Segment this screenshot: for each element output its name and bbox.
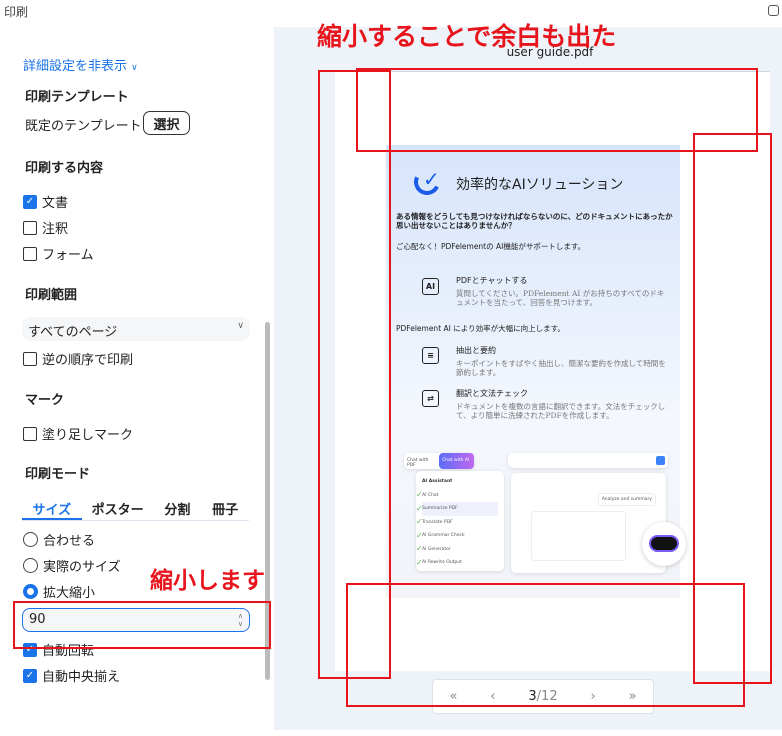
checkbox-icon [23, 351, 37, 366]
radio-icon [23, 532, 38, 547]
tab-booklet[interactable]: 冊子 [201, 499, 249, 520]
intro-text: ある情報をどうしても見つけなければならないのに、どのドキュメントにあったか思い出… [396, 212, 673, 230]
annotation-box [13, 601, 271, 649]
page-content: ✓ 効率的なAIソリューション ある情報をどうしても見つけなければならないのに、… [386, 145, 686, 598]
label: 注釈 [42, 222, 69, 237]
checkbox-icon [23, 426, 37, 441]
page-range-select[interactable]: すべてのページ ∨ [22, 317, 250, 341]
label: 実際のサイズ [43, 560, 121, 575]
check-icons: ✓ ✓ ✓ ✓ ✓ ✓ [416, 490, 423, 567]
chevron-down-icon: ∨ [131, 63, 138, 73]
checkbox-annotations[interactable]: 注釈 [23, 218, 68, 237]
checkbox-forms[interactable]: フォーム [23, 244, 94, 263]
hide-advanced-toggle[interactable]: 詳細設定を非表示 ∨ [23, 55, 138, 74]
checkbox-reverse-order[interactable]: 逆の順序で印刷 [23, 349, 133, 368]
label: 逆の順序で印刷 [42, 353, 134, 368]
mock-tab: Chat with PDF [407, 458, 429, 468]
radio-scale[interactable]: 拡大縮小 [23, 582, 95, 601]
tab-poster[interactable]: ポスター [82, 499, 154, 520]
template-heading: 印刷テンプレート [25, 90, 129, 105]
feature-title: 抽出と要約 [456, 346, 496, 355]
checkbox-bleed-marks[interactable]: 塗り足しマーク [23, 424, 133, 443]
mode-tabs: サイズ ポスター 分割 冊子 [22, 499, 249, 521]
mock-chat-window: Analyze and summary [511, 473, 666, 573]
label: フォーム [42, 248, 94, 263]
marks-heading: マーク [25, 393, 65, 408]
range-value: すべてのページ [28, 325, 118, 340]
mock-menu-item: Translate PDF [422, 519, 453, 525]
maximize-button[interactable] [768, 5, 779, 16]
mock-tab: Chat with AI [439, 453, 474, 469]
tab-size[interactable]: サイズ [22, 499, 82, 520]
mock-menu: AI Assistant AI Chat Summarize PDF Trans… [416, 471, 504, 571]
mode-heading: 印刷モード [25, 467, 91, 482]
ai-icon: AI [422, 278, 439, 295]
feature-text: 質問してください。PDFelement AI がお持ちのすべてのドキュメントを当… [456, 289, 665, 307]
label: 自動中央揃え [42, 670, 121, 685]
checkbox-checked-icon: ✓ [23, 194, 37, 209]
mock-menu-item: AI Grammar Check [422, 533, 465, 538]
mid-text: PDFelement AI により効率が大幅に向上します。 [396, 324, 565, 333]
check-mark-icon: ✓ [423, 167, 440, 191]
translate-icon: ⇄ [422, 390, 439, 407]
feature-text: ドキュメントを複数の言語に翻訳できます。文法をチェックして、より簡単に洗練された… [456, 402, 666, 420]
feature-title: 翻訳と文法チェック [456, 389, 528, 398]
label: 合わせる [43, 534, 96, 549]
mock-input [508, 453, 668, 468]
mock-menu-item: AI Rewrite Output [422, 560, 462, 565]
feature-text: キーポイントをすばやく抽出し、簡潔な要約を作成して時間を節約します。 [456, 359, 666, 377]
intro-text-2: ご心配なく！PDFelementの AI機能がサポートします。 [396, 242, 586, 251]
toggle-label: 詳細設定を非表示 [23, 59, 128, 74]
label: 拡大縮小 [43, 586, 96, 601]
mock-menu-title: AI Assistant [422, 479, 453, 484]
mock-request: Analyze and summary [597, 493, 656, 506]
checkbox-icon [23, 246, 37, 261]
tab-split[interactable]: 分割 [153, 499, 201, 520]
robot-avatar-icon [642, 522, 686, 566]
radio-icon [23, 558, 38, 573]
radio-fit[interactable]: 合わせる [23, 530, 95, 549]
checkbox-auto-center[interactable]: ✓ 自動中央揃え [23, 666, 120, 685]
content-heading: 印刷する内容 [25, 161, 104, 176]
annotation-left: 縮小します [150, 568, 265, 594]
mock-menu-item: AI Chat [422, 492, 439, 498]
checkbox-icon [23, 220, 37, 235]
template-label: 既定のテンプレート [25, 119, 142, 134]
label: 文書 [42, 196, 69, 211]
label: 塗り足しマーク [42, 428, 134, 443]
range-heading: 印刷範囲 [25, 288, 78, 303]
radio-actual-size[interactable]: 実際のサイズ [23, 556, 121, 575]
chevron-down-icon: ∨ [237, 321, 244, 331]
checkbox-document[interactable]: ✓ 文書 [23, 192, 68, 211]
mock-menu-item: Summarize PDF [422, 502, 498, 516]
annotation-top: 縮小することで余白も出た [317, 22, 617, 51]
mock-menu-item: AI Generator [422, 546, 451, 552]
list-icon: ≡ [422, 347, 439, 364]
window-title: 印刷 [4, 5, 29, 19]
radio-selected-icon [23, 584, 38, 599]
checkbox-checked-icon: ✓ [23, 668, 37, 683]
page-heading: 効率的なAIソリューション [456, 177, 624, 193]
mock-tabs: Chat with PDF Chat with AI [404, 453, 474, 469]
select-template-button[interactable]: 選択 [143, 111, 190, 135]
annotation-box [346, 583, 745, 707]
feature-title: PDFとチャットする [456, 276, 528, 285]
